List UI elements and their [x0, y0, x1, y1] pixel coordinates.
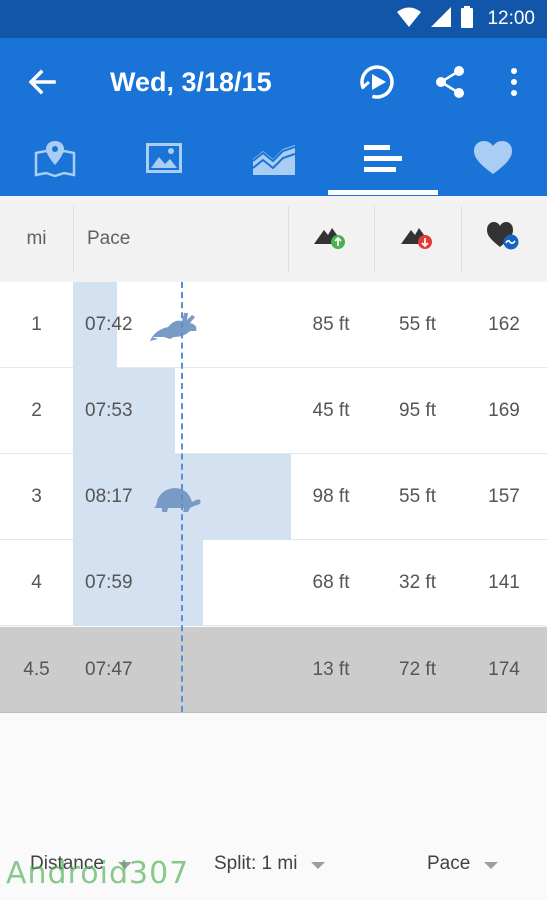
- splits-table-header: mi Pace: [0, 196, 547, 282]
- column-header-mi: mi: [26, 228, 47, 249]
- back-arrow-icon[interactable]: [22, 62, 62, 102]
- more-vert-icon[interactable]: [492, 60, 536, 104]
- split-row[interactable]: 1 07:42 85 ft 55 ft 162: [0, 282, 547, 368]
- summary-row: 4.5 07:47 13 ft 72 ft 174: [0, 627, 547, 713]
- map-pin-icon: [34, 139, 76, 182]
- split-elevation-loss: 32 ft: [399, 572, 436, 593]
- status-bar: 12:00: [0, 0, 547, 38]
- split-heart-rate: 162: [488, 314, 520, 335]
- slowest-turtle-icon: [152, 484, 202, 517]
- split-dropdown-label: Split: 1 mi: [214, 853, 298, 874]
- elevation-loss-icon: [400, 222, 435, 256]
- split-pace: 07:59: [85, 572, 133, 593]
- split-heart-rate: 169: [488, 400, 520, 421]
- splits-bars-icon: [363, 143, 402, 178]
- tab-splits[interactable]: [328, 124, 437, 196]
- column-header-heart-rate: [461, 196, 547, 282]
- summary-distance: 4.5: [23, 659, 50, 680]
- split-mile: 4: [31, 572, 42, 593]
- column-header-elevation-gain: [288, 196, 374, 282]
- summary-heart-rate: 174: [488, 659, 520, 680]
- average-pace-line: [181, 282, 183, 712]
- split-row[interactable]: 2 07:53 45 ft 95 ft 169: [0, 368, 547, 454]
- chevron-down-icon: [311, 862, 326, 869]
- summary-elevation-gain: 13 ft: [312, 659, 350, 680]
- split-heart-rate: 157: [488, 486, 520, 507]
- split-elevation-loss: 55 ft: [399, 486, 436, 507]
- split-elevation-loss: 95 ft: [399, 400, 436, 421]
- tab-heart[interactable]: [438, 124, 547, 196]
- split-pace: 08:17: [85, 486, 133, 507]
- metric-dropdown[interactable]: Pace: [427, 838, 499, 890]
- cellular-signal-icon: [431, 6, 452, 32]
- split-elevation-gain: 45 ft: [312, 400, 350, 421]
- replay-play-icon[interactable]: [355, 60, 399, 104]
- split-mile: 1: [31, 314, 42, 335]
- split-pace: 07:53: [85, 400, 133, 421]
- image-icon: [145, 142, 182, 178]
- column-header-pace: Pace: [87, 228, 131, 249]
- battery-icon: [461, 5, 474, 33]
- split-elevation-gain: 68 ft: [312, 572, 350, 593]
- summary-pace: 07:47: [85, 659, 133, 680]
- split-elevation-gain: 98 ft: [312, 486, 350, 507]
- metric-dropdown-label: Pace: [427, 853, 471, 874]
- split-heart-rate: 141: [488, 572, 520, 593]
- tab-photos[interactable]: [109, 124, 218, 196]
- split-elevation-gain: 85 ft: [312, 314, 350, 335]
- summary-elevation-loss: 72 ft: [399, 659, 436, 680]
- split-row[interactable]: 3 08:17 98 ft 55 ft 157: [0, 454, 547, 540]
- split-pace: 07:42: [85, 314, 133, 335]
- fastest-rabbit-icon: [150, 309, 200, 346]
- tab-indicator: [328, 190, 438, 195]
- chevron-down-icon: [484, 862, 499, 869]
- split-row[interactable]: 4 07:59 68 ft 32 ft 141: [0, 540, 547, 626]
- status-time: 12:00: [487, 8, 535, 29]
- split-mile: 2: [31, 400, 42, 421]
- elevation-gain-icon: [314, 222, 348, 256]
- split-dropdown[interactable]: Split: 1 mi: [214, 838, 326, 890]
- heart-rate-icon: [487, 221, 521, 257]
- column-header-elevation-loss: [374, 196, 461, 282]
- watermark: Android307: [6, 856, 190, 891]
- tab-bar: [0, 124, 547, 196]
- tab-map[interactable]: [0, 124, 109, 196]
- app-bar: Wed, 3/18/15: [0, 38, 547, 124]
- area-chart-icon: [251, 141, 295, 180]
- tab-charts[interactable]: [219, 124, 328, 196]
- wifi-icon: [397, 7, 422, 32]
- split-mile: 3: [31, 486, 42, 507]
- page-title: Wed, 3/18/15: [110, 67, 272, 97]
- heart-icon: [473, 140, 512, 180]
- share-icon[interactable]: [428, 60, 472, 104]
- split-elevation-loss: 55 ft: [399, 314, 436, 335]
